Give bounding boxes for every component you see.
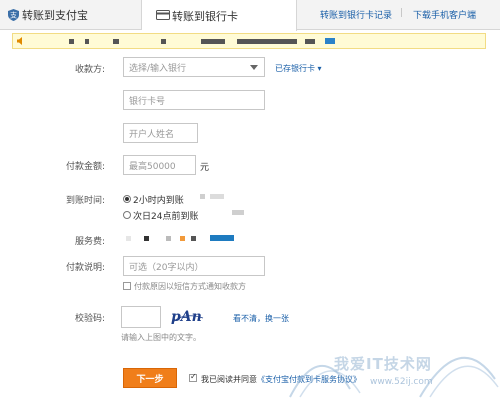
sms-notify-label: 付款原因以短信方式通知收款方 [134,282,246,291]
redacted-link-block [325,38,335,44]
next-step-button[interactable]: 下一步 [123,368,177,388]
account-name-input[interactable]: 开户人姓名 [123,123,198,143]
captcha-image[interactable]: pAn [170,306,206,326]
svg-text:支: 支 [10,11,17,20]
top-link-separator: | [400,8,404,18]
redacted-text-block [201,39,225,44]
tab-bar: 支 转账到支付宝 转账到银行卡 转账到银行卡记录 | 下载手机客户端 [0,0,500,31]
redacted-text-block [85,39,89,44]
redacted-block [180,236,185,241]
redacted-block [200,194,205,199]
refresh-captcha-link[interactable]: 看不清，换一张 [233,313,289,324]
amount-input[interactable]: 最高50000 [123,155,196,175]
redacted-block [210,235,234,241]
tab-transfer-to-bank-label: 转账到银行卡 [172,9,238,23]
note-input[interactable]: 可选（20字以内） [123,256,265,276]
amount-placeholder: 最高50000 [129,161,176,172]
arrival-2h-radio[interactable] [123,195,131,203]
svg-text:pAn: pAn [171,309,202,325]
watermark-url: www.52ij.com [370,377,433,387]
tab-transfer-to-alipay-label: 转账到支付宝 [22,9,88,22]
alipay-shield-icon: 支 [8,9,19,21]
saved-cards-link[interactable]: 已存银行卡 ▾ [275,63,322,74]
redacted-text-block [237,39,297,44]
redacted-block [191,236,196,241]
redacted-text-block [161,39,166,44]
next-step-button-label: 下一步 [136,374,164,385]
account-name-placeholder: 开户人姓名 [129,129,175,140]
arrival-time-label: 到账时间: [65,196,105,206]
redacted-text-block [305,39,315,44]
sms-notify-checkbox[interactable] [123,282,131,290]
arrival-next-day-label: 次日24点前到账 [133,212,199,222]
captcha-hint: 请输入上图中的文字。 [121,333,201,342]
captcha-input[interactable] [121,306,161,328]
bank-card-icon [156,10,170,20]
redacted-block [144,236,149,241]
payee-label: 收款方: [74,65,105,75]
arrival-2h-label: 2小时内到账 [133,196,184,206]
agree-checkbox[interactable] [189,372,197,382]
captcha-label: 校验码: [74,314,105,324]
chevron-down-icon [250,65,258,70]
bank-select[interactable]: 选择/输入银行 [123,57,265,77]
card-number-placeholder: 银行卡号 [129,96,166,107]
redacted-block [232,210,244,215]
note-placeholder: 可选（20字以内） [129,262,204,273]
card-number-input[interactable]: 银行卡号 [123,90,265,110]
speaker-icon [17,37,22,45]
tab-transfer-to-alipay[interactable]: 支 转账到支付宝 [0,0,142,30]
arrival-next-day-radio[interactable] [123,211,131,219]
note-label: 付款说明: [65,263,105,273]
redacted-block [166,236,171,241]
bank-select-placeholder: 选择/输入银行 [129,63,187,74]
bank-transfer-records-link[interactable]: 转账到银行卡记录 [320,8,392,21]
amount-unit: 元 [200,163,210,173]
download-mobile-client-link[interactable]: 下载手机客户端 [413,8,476,21]
redacted-text-block [113,39,119,44]
agreement-link[interactable]: 《支付宝付款到卡服务协议》 [257,374,361,385]
amount-label: 付款金额: [65,162,105,172]
watermark-text: 我爱IT技术网 [334,355,432,373]
redacted-block [210,194,224,199]
fee-label: 服务费: [74,237,105,247]
agree-text: 我已阅读并同意 [201,375,257,384]
notice-bar [12,33,486,49]
redacted-block [126,236,131,241]
tab-transfer-to-bank[interactable]: 转账到银行卡 [142,0,297,31]
redacted-text-block [69,39,74,44]
